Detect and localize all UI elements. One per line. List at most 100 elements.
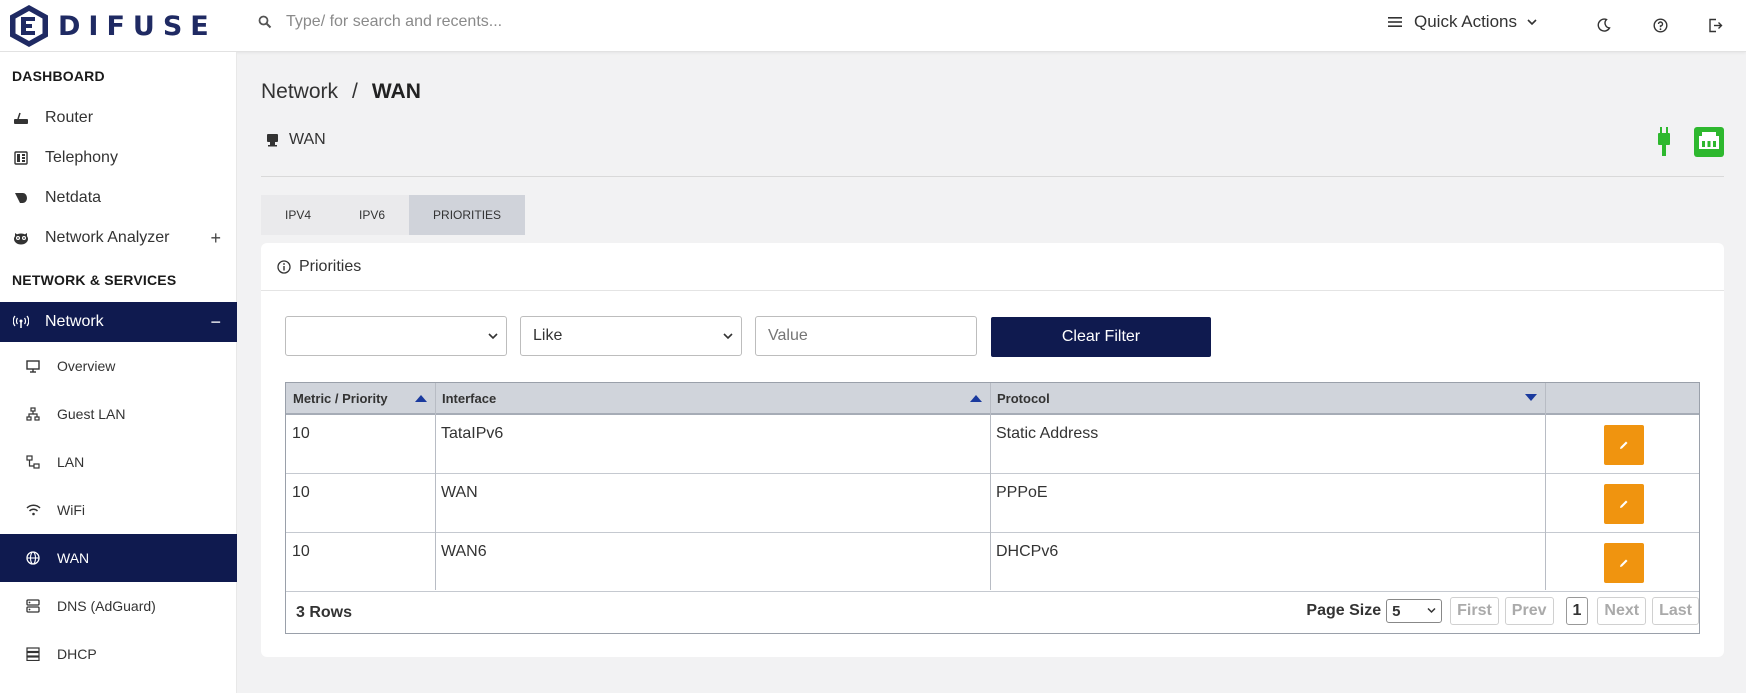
sidebar-item-overview[interactable]: Overview [0, 342, 237, 390]
logo[interactable]: DIFUSE [6, 3, 217, 49]
sidebar-item-dhcp[interactable]: DHCP [0, 630, 237, 678]
priorities-table: Metric / Priority Interface Protocol 10 … [285, 382, 1700, 634]
logout-button[interactable] [1706, 16, 1724, 34]
column-header-label: Protocol [997, 390, 1050, 406]
column-header-protocol[interactable]: Protocol [990, 383, 1545, 415]
filter-value-input[interactable] [755, 316, 977, 356]
tab-ipv4[interactable]: IPV4 [261, 195, 336, 235]
menu-icon [1388, 17, 1402, 27]
panel-header: Priorities [261, 243, 1724, 291]
next-page-button[interactable]: Next [1597, 597, 1647, 625]
sidebar-item-router[interactable]: Router [0, 98, 237, 138]
tab-priorities[interactable]: PRIORITIES [409, 195, 526, 235]
chevron-down-icon [723, 333, 733, 340]
first-page-button[interactable]: First [1450, 597, 1499, 625]
edit-button[interactable] [1604, 425, 1644, 465]
cell-interface: WAN6 [441, 543, 487, 560]
breadcrumb: Network / WAN [261, 80, 421, 104]
page-size-label: Page Size [1306, 602, 1382, 619]
sidebar-item-wan[interactable]: WAN [0, 534, 237, 582]
netdata-icon [15, 193, 27, 203]
sidebar-item-telephony[interactable]: Telephony [0, 138, 237, 178]
column-header-interface[interactable]: Interface [435, 383, 990, 415]
sidebar-item-label: WAN [57, 550, 90, 566]
divider [261, 176, 1724, 177]
sidebar-item-wifi[interactable]: WiFi [0, 486, 237, 534]
search-icon [258, 15, 272, 29]
cell-protocol: DHCPv6 [996, 543, 1059, 560]
filter-field-select[interactable] [285, 316, 507, 356]
dark-mode-button[interactable] [1595, 16, 1613, 34]
sidebar-item-guest-lan[interactable]: Guest LAN [0, 390, 237, 438]
sidebar: DASHBOARD Router Telephony Netdata Netwo… [0, 52, 237, 693]
panel-title: Priorities [299, 257, 362, 275]
help-icon [1652, 17, 1668, 33]
filter-operator-value: Like [533, 327, 563, 344]
page-size-select[interactable]: 5 [1386, 599, 1443, 623]
pencil-icon [1620, 500, 1628, 508]
column-divider [1545, 383, 1546, 590]
search-bar[interactable]: Type/ for search and recents... [258, 13, 502, 31]
table-row: 10 TataIPv6 Static Address [286, 415, 1699, 474]
table-footer: 3 Rows Page Size 5 First Prev 1 Next Las… [286, 590, 1699, 633]
column-header-actions [1545, 383, 1699, 415]
sidebar-item-network-analyzer[interactable]: Network Analyzer + [0, 218, 237, 258]
expand-icon[interactable]: + [210, 228, 221, 249]
breadcrumb-parent[interactable]: Network [261, 80, 338, 103]
filter-operator-select[interactable]: Like [520, 316, 742, 356]
prev-page-button[interactable]: Prev [1504, 597, 1554, 625]
column-divider [435, 383, 436, 590]
sidebar-item-netdata[interactable]: Netdata [0, 178, 237, 218]
cell-protocol: Static Address [996, 425, 1099, 442]
help-button[interactable] [1651, 16, 1669, 34]
info-icon [277, 259, 291, 274]
cable-connected-icon [1658, 127, 1670, 156]
sort-asc-icon [970, 395, 982, 402]
ethernet-port-icon [267, 134, 278, 147]
chevron-down-icon [1427, 607, 1436, 614]
quick-actions-label: Quick Actions [1414, 12, 1517, 31]
column-header-metric[interactable]: Metric / Priority [286, 383, 435, 415]
sidebar-item-dns[interactable]: DNS (AdGuard) [0, 582, 237, 630]
sidebar-item-label: Network Analyzer [45, 229, 170, 246]
quick-actions-menu[interactable]: Quick Actions [1388, 12, 1537, 32]
section-title-dashboard: DASHBOARD [12, 68, 105, 84]
wifi-icon [25, 504, 41, 516]
clear-filter-button[interactable]: Clear Filter [991, 317, 1211, 357]
sidebar-item-network[interactable]: Network − [0, 302, 237, 342]
sidebar-item-lan[interactable]: LAN [0, 438, 237, 486]
row-count: 3 Rows [296, 604, 353, 621]
sort-asc-icon [415, 395, 427, 402]
breadcrumb-separator: / [352, 80, 358, 103]
top-bar: DIFUSE Type/ for search and recents... Q… [0, 0, 1746, 52]
table-row: 10 WAN PPPoE [286, 474, 1699, 533]
sidebar-item-label: WiFi [57, 502, 85, 518]
dhcp-icon [26, 647, 40, 661]
table-row: 10 WAN6 DHCPv6 [286, 533, 1699, 592]
sidebar-item-label: Overview [57, 358, 116, 374]
sidebar-item-label: Guest LAN [57, 406, 126, 422]
tab-ipv6[interactable]: IPV6 [335, 195, 410, 235]
sort-desc-icon [1525, 394, 1537, 401]
monitor-icon [26, 359, 40, 373]
sidebar-item-label: DHCP [57, 646, 97, 662]
logo-icon [10, 5, 48, 47]
page-title: WAN [266, 131, 326, 149]
cell-metric: 10 [292, 425, 310, 442]
telephony-icon [14, 151, 28, 165]
sidebar-item-label: Network [45, 313, 104, 330]
dns-icon [26, 599, 40, 613]
page-size-value: 5 [1392, 602, 1401, 620]
interface-status [1656, 127, 1724, 157]
column-divider [990, 383, 991, 590]
search-placeholder: Type/ for search and recents... [286, 13, 503, 30]
current-page[interactable]: 1 [1565, 597, 1589, 625]
last-page-button[interactable]: Last [1652, 597, 1699, 625]
chevron-down-icon [1527, 19, 1537, 26]
lan-icon [26, 455, 40, 469]
edit-button[interactable] [1604, 484, 1644, 524]
collapse-icon[interactable]: − [210, 312, 221, 333]
edit-button[interactable] [1604, 543, 1644, 583]
port-link-icon [1694, 127, 1724, 157]
logout-icon [1708, 18, 1722, 32]
